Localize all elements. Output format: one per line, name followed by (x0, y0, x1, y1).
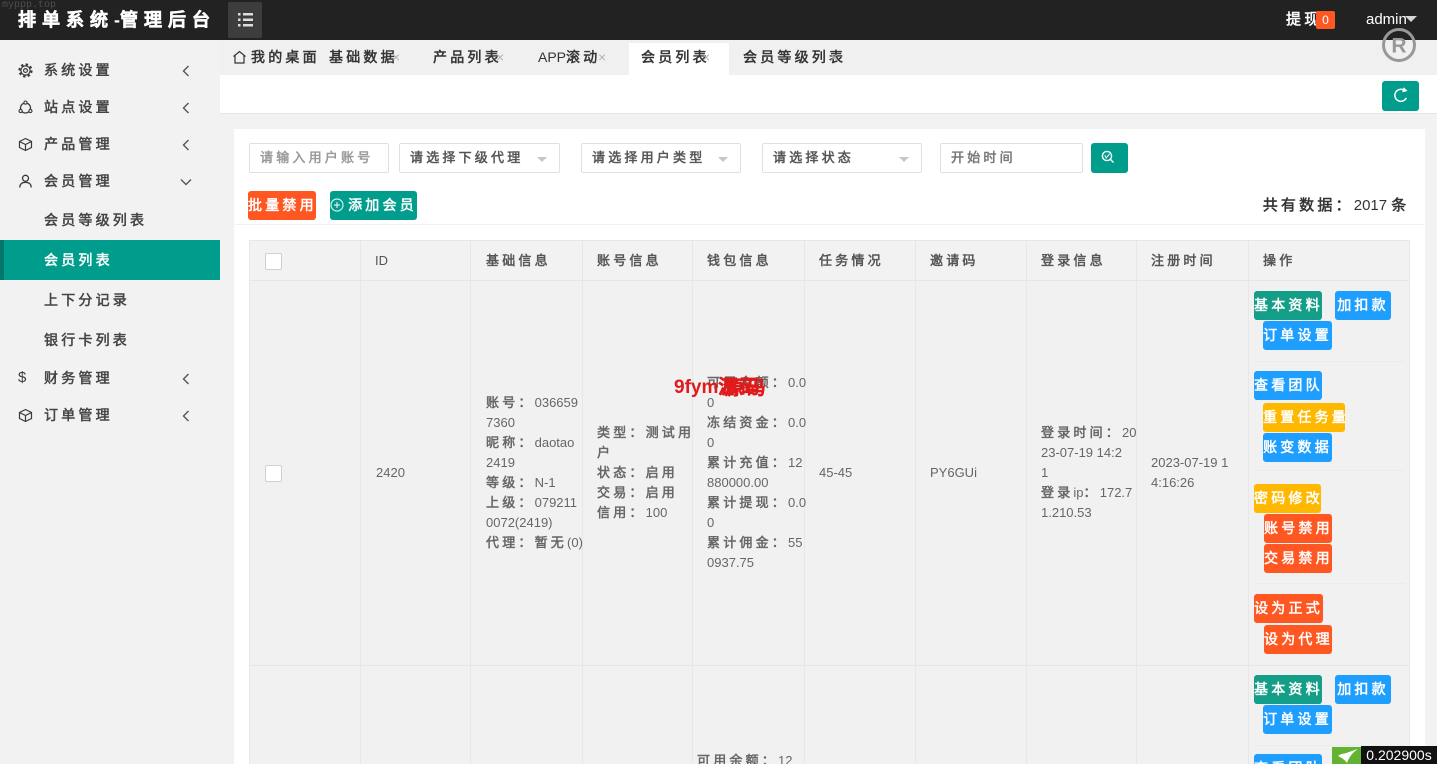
svg-text:R: R (1391, 35, 1406, 58)
